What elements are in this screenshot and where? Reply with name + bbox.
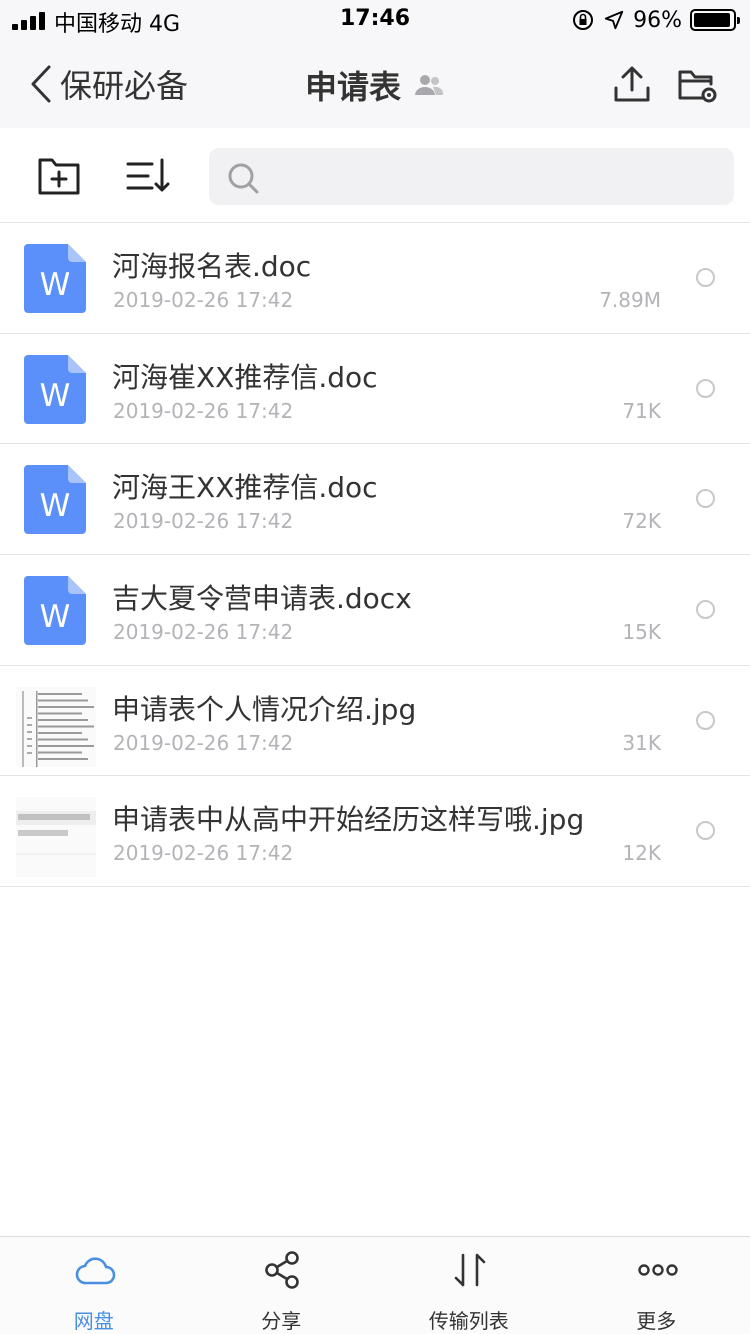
file-row[interactable]: 申请表中从高中开始经历这样写哦.jpg 2019-02-26 17:42 12K <box>0 776 750 888</box>
tab-label: 更多 <box>636 1309 677 1333</box>
tab-share[interactable]: 分享 <box>188 1237 376 1334</box>
file-name: 河海王XX推荐信.doc <box>112 471 378 505</box>
file-date: 2019-02-26 17:42 <box>113 398 294 423</box>
select-radio[interactable] <box>696 489 715 509</box>
image-thumbnail <box>16 686 96 767</box>
battery-percent: 96% <box>633 7 682 33</box>
people-icon <box>415 75 444 95</box>
word-doc-icon: W <box>24 576 86 646</box>
select-radio[interactable] <box>696 821 715 841</box>
navigation-bar: 保研必备 申请表 <box>0 40 750 128</box>
search-box[interactable] <box>209 148 734 205</box>
rotation-lock-icon <box>573 10 594 30</box>
select-radio[interactable] <box>696 600 715 620</box>
file-list: W 河海报名表.doc 2019-02-26 17:42 7.89M W 河海崔XX推荐信… <box>0 223 750 888</box>
tab-netdisk[interactable]: 网盘 <box>0 1237 188 1334</box>
top-bar: 中国移动 4G 17:46 96% 保研必备 申请表 <box>0 0 750 128</box>
file-date: 2019-02-26 17:42 <box>113 730 294 755</box>
file-name: 河海报名表.doc <box>112 250 312 283</box>
cloud-icon <box>75 1257 116 1285</box>
word-doc-letter: W <box>40 378 71 414</box>
word-doc-letter: W <box>40 267 71 303</box>
select-radio[interactable] <box>696 268 715 287</box>
transfer-icon <box>454 1253 486 1287</box>
tab-label: 传输列表 <box>428 1309 509 1333</box>
toolbar <box>0 128 750 223</box>
tab-transfer-list[interactable]: 传输列表 <box>375 1237 563 1334</box>
file-size: 71K <box>622 398 661 423</box>
status-bar: 中国移动 4G 17:46 96% <box>0 0 750 40</box>
word-doc-icon: W <box>24 354 86 424</box>
file-row[interactable]: W 河海报名表.doc 2019-02-26 17:42 7.89M <box>0 223 750 334</box>
file-date: 2019-02-26 17:42 <box>113 288 294 312</box>
more-icon <box>637 1264 678 1276</box>
file-row[interactable]: W 吉大夏令营申请表.docx 2019-02-26 17:42 15K <box>0 555 750 666</box>
file-row[interactable]: W 河海王XX推荐信.doc 2019-02-26 17:42 72K <box>0 444 750 556</box>
file-size: 12K <box>622 841 661 866</box>
file-size: 15K <box>622 620 661 645</box>
word-doc-letter: W <box>40 488 71 524</box>
word-doc-icon: W <box>24 465 86 535</box>
select-radio[interactable] <box>696 710 715 730</box>
tab-label: 分享 <box>261 1309 302 1333</box>
file-size: 72K <box>622 509 661 534</box>
file-date: 2019-02-26 17:42 <box>113 509 294 534</box>
file-size: 31K <box>622 730 661 755</box>
select-radio[interactable] <box>696 378 715 398</box>
file-size: 7.89M <box>599 288 661 312</box>
search-input[interactable] <box>269 148 719 205</box>
status-right: 96% <box>571 6 740 34</box>
battery-level <box>694 13 731 27</box>
sort-icon[interactable] <box>126 156 170 196</box>
file-name: 河海崔XX推荐信.doc <box>112 360 378 394</box>
file-row[interactable]: W 河海崔XX推荐信.doc 2019-02-26 17:42 71K <box>0 334 750 445</box>
page-title: 申请表 <box>304 68 401 106</box>
search-icon <box>228 163 259 194</box>
upload-icon[interactable] <box>612 64 652 104</box>
file-date: 2019-02-26 17:42 <box>113 841 294 866</box>
tab-more[interactable]: 更多 <box>563 1237 750 1334</box>
file-name: 申请表中从高中开始经历这样写哦.jpg <box>112 803 585 837</box>
file-name: 吉大夏令营申请表.docx <box>112 582 412 616</box>
location-icon <box>604 10 624 30</box>
file-date: 2019-02-26 17:42 <box>113 620 294 645</box>
share-icon <box>264 1251 299 1289</box>
battery-icon <box>690 9 740 31</box>
tab-bar: 网盘 分享 传输列表 更多 <box>0 1236 750 1334</box>
tab-label: 网盘 <box>73 1309 114 1333</box>
file-row[interactable]: 申请表个人情况介绍.jpg 2019-02-26 17:42 31K <box>0 666 750 777</box>
word-doc-letter: W <box>40 599 71 635</box>
folder-settings-icon[interactable] <box>677 64 719 104</box>
folder-plus-icon[interactable] <box>37 156 81 196</box>
file-name: 申请表个人情况介绍.jpg <box>112 692 417 726</box>
image-thumbnail <box>16 797 96 878</box>
word-doc-icon: W <box>24 244 86 313</box>
